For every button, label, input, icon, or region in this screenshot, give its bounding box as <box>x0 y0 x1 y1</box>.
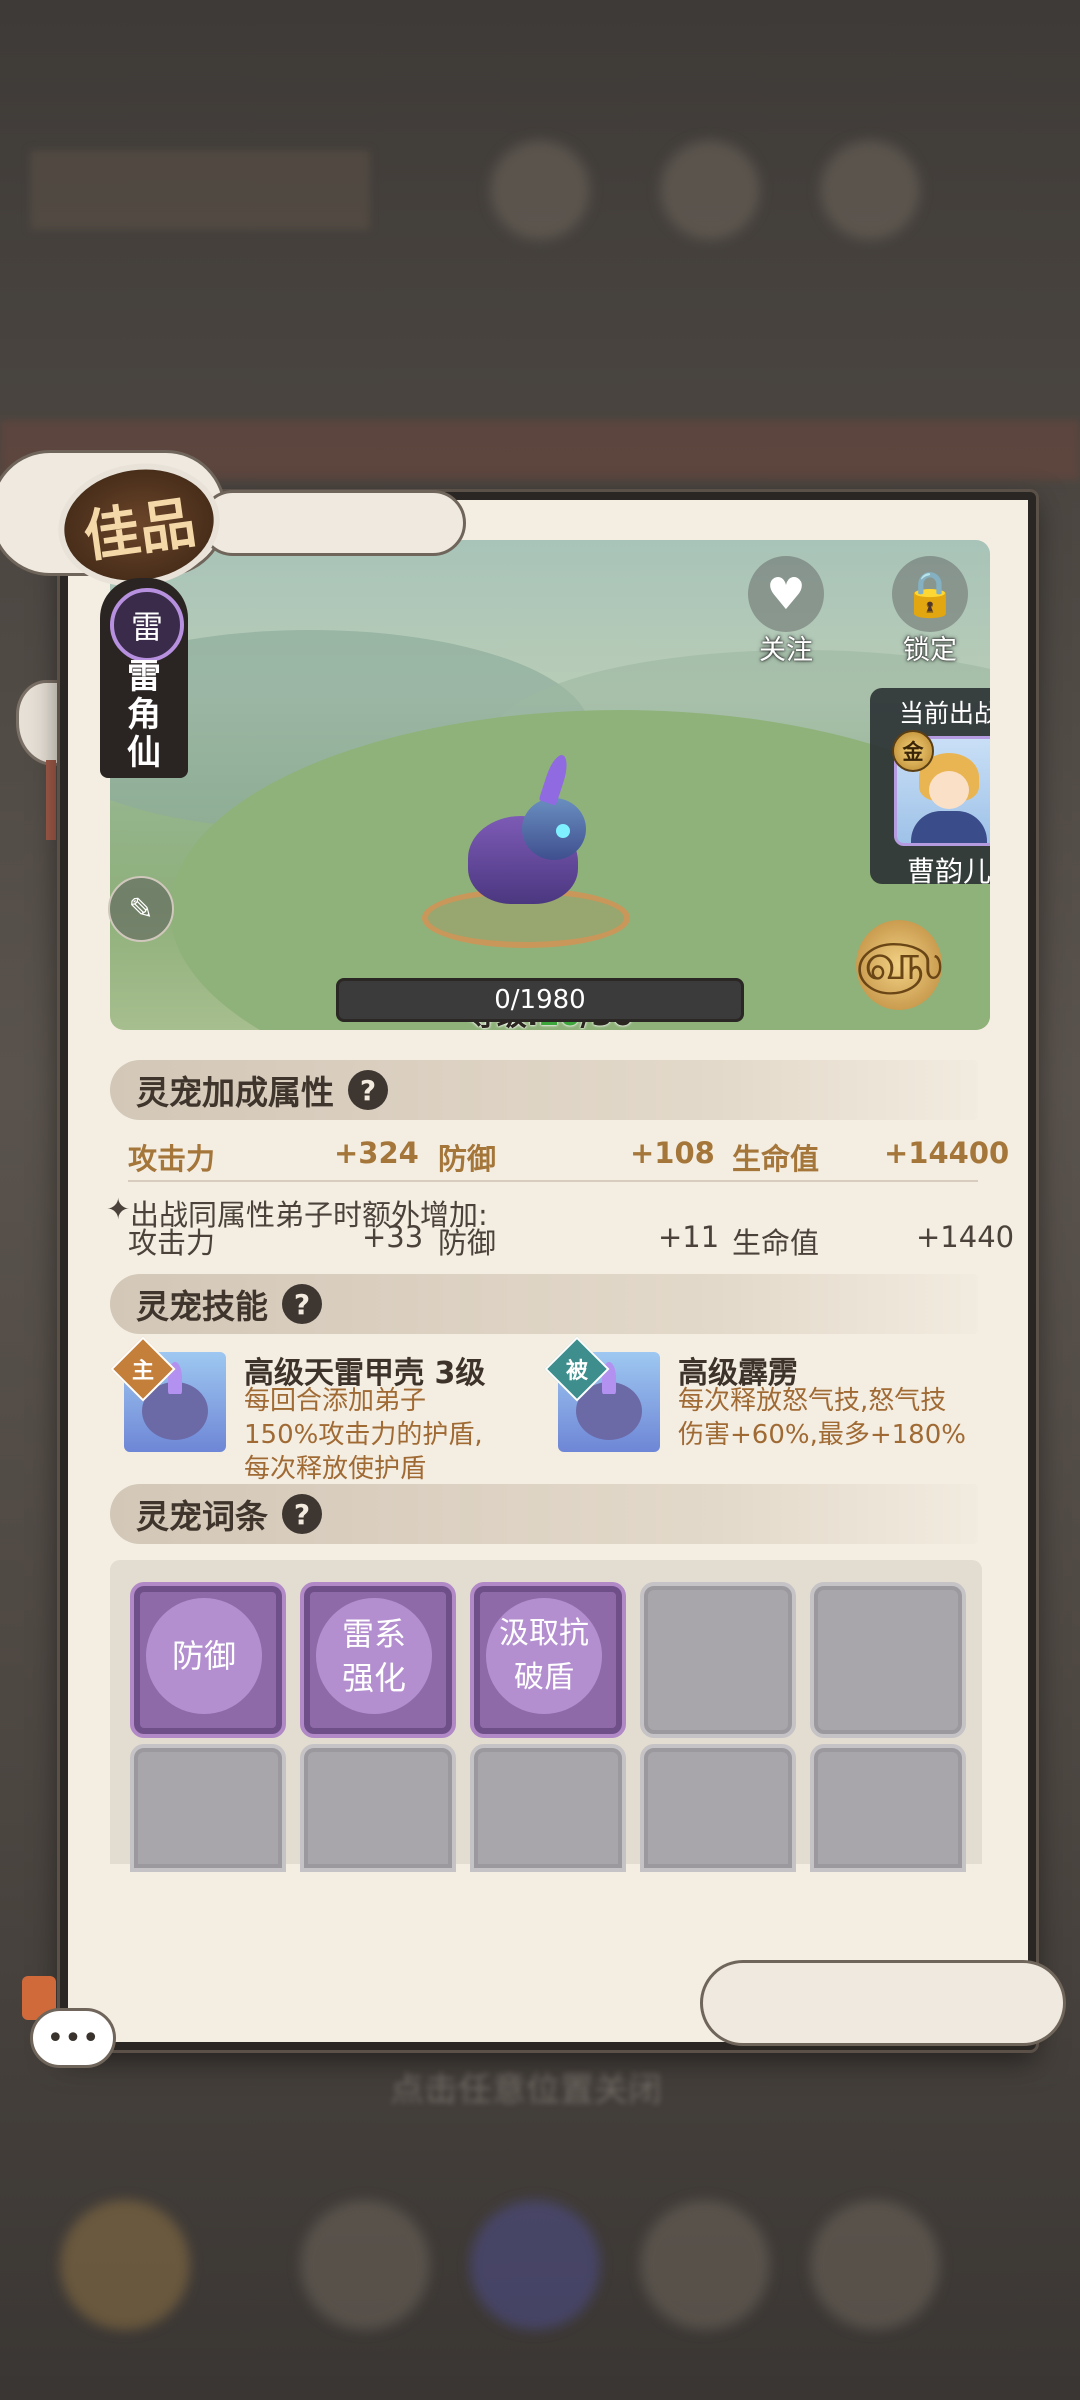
rank-badge: 金 <box>892 730 934 772</box>
stat-name: 防御 <box>438 1226 497 1260</box>
bonus-title: 灵宠加成属性 <box>136 1073 334 1112</box>
lock-icon: 🔒 <box>892 556 968 632</box>
stat-name: 攻击力 <box>128 1142 216 1176</box>
tassel-ornament <box>46 760 56 840</box>
entries-grid: 防御 雷系 强化 汲取抗 破盾 <box>110 1560 982 1872</box>
current-battle-card[interactable]: 当前出战 金 曹韵儿 <box>870 688 990 888</box>
help-icon[interactable]: ? <box>282 1284 322 1324</box>
stat-name: 生命值 <box>732 1142 820 1176</box>
star-icon: ✦ <box>106 1192 131 1226</box>
skill-desc: 每回合添加弟子150%攻击力的护盾,每次释放使护盾 <box>244 1386 483 1484</box>
pet-detail-panel: ♥ 关注 🔒 锁定 当前出战 金 曹韵儿 等级:20/30 灵宠加成属性 ? 攻… <box>60 492 1036 2050</box>
stat-name: 生命值 <box>732 1226 820 1260</box>
entry-slot-empty[interactable] <box>810 1744 966 1872</box>
entries-title: 灵宠词条 <box>136 1497 268 1536</box>
skills-section-header: 灵宠技能 ? <box>110 1274 978 1334</box>
entry-label: 雷系 强化 <box>316 1598 432 1714</box>
stat-name: 攻击力 <box>128 1226 216 1260</box>
bonus-section-header: 灵宠加成属性 ? <box>110 1060 978 1120</box>
brush-icon[interactable]: ✎ <box>108 876 174 942</box>
lock-label: 锁定 <box>903 635 957 666</box>
entry-label: 防御 <box>146 1598 262 1714</box>
swirl-icon[interactable]: ௵ <box>855 920 943 1010</box>
thunder-element-badge: 雷 <box>110 588 184 662</box>
entry-slot-empty[interactable] <box>810 1582 966 1738</box>
divider <box>128 1180 978 1182</box>
stat-value: +33 <box>362 1220 424 1254</box>
extra-stats-row: 攻击力 +33 防御 +11 生命值 +1440 <box>128 1220 1014 1264</box>
stat-value: +11 <box>658 1220 720 1254</box>
entry-slot-absorb-break[interactable]: 汲取抗 破盾 <box>470 1582 626 1738</box>
lock-button[interactable]: 🔒 锁定 <box>886 556 974 667</box>
entry-slot-empty[interactable] <box>130 1744 286 1872</box>
follow-button[interactable]: ♥ 关注 <box>742 556 830 667</box>
entry-slot-thunder-boost[interactable]: 雷系 强化 <box>300 1582 456 1738</box>
skill-desc: 每次释放怒气技,怒气技伤害+60%,最多+180% <box>678 1386 966 1450</box>
cloud-ornament <box>700 1960 1066 2046</box>
disciple-name: 曹韵儿 <box>906 855 990 888</box>
entry-slot-empty[interactable] <box>470 1744 626 1872</box>
stat-name: 防御 <box>438 1142 497 1176</box>
entries-section-header: 灵宠词条 ? <box>110 1484 978 1544</box>
help-icon[interactable]: ? <box>348 1070 388 1110</box>
stat-value: +14400 <box>884 1136 1010 1170</box>
blurred-caption: 点击任意位置关闭 <box>390 2070 662 2110</box>
exp-progress-bar: 0/1980 <box>336 978 744 1022</box>
entry-slot-empty[interactable] <box>640 1744 796 1872</box>
entry-label: 汲取抗 破盾 <box>486 1598 602 1714</box>
entry-slot-empty[interactable] <box>300 1744 456 1872</box>
stat-value: +1440 <box>916 1220 1015 1254</box>
skills-title: 灵宠技能 <box>136 1287 268 1326</box>
entry-slot-defense[interactable]: 防御 <box>130 1582 286 1738</box>
entry-slot-empty[interactable] <box>640 1582 796 1738</box>
follow-label: 关注 <box>759 635 813 666</box>
bonus-stats-row: 攻击力 +324 防御 +108 生命值 +14400 <box>128 1136 1010 1180</box>
heart-icon: ♥ <box>748 556 824 632</box>
stat-value: +324 <box>334 1136 419 1170</box>
help-icon[interactable]: ? <box>282 1494 322 1534</box>
chat-icon[interactable]: ••• <box>30 2008 116 2068</box>
stat-value: +108 <box>630 1136 715 1170</box>
pet-name: 雷角仙 <box>127 657 161 773</box>
cloud-ornament <box>200 490 466 556</box>
current-battle-title: 当前出战 <box>898 699 990 728</box>
